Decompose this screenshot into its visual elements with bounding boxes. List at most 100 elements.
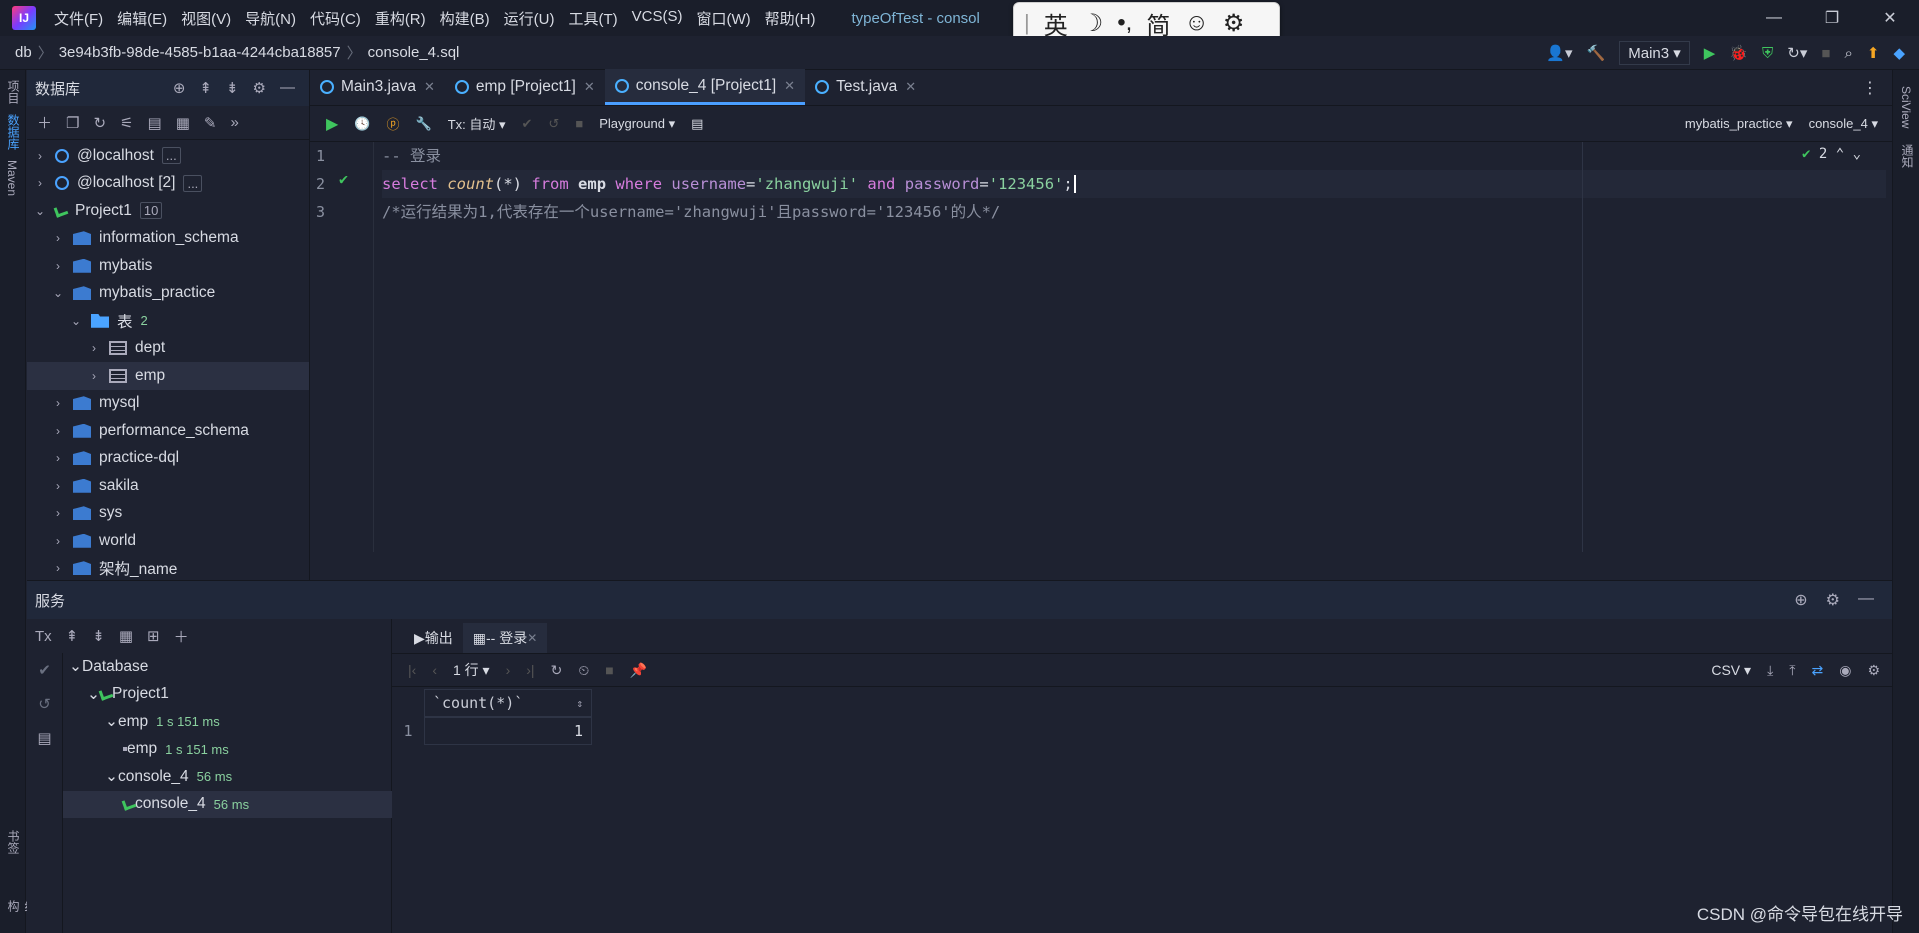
schema-icon[interactable]: ⚟ [120, 114, 133, 132]
db-tree-item[interactable]: › emp [27, 362, 309, 390]
menu-item[interactable]: 构建(B) [440, 8, 490, 29]
svc-tree-item[interactable]: emp 1 s 151 ms [63, 736, 392, 764]
expand-arrow-icon[interactable]: › [51, 506, 65, 520]
refresh-icon[interactable]: ↻ [93, 114, 106, 132]
expand-arrow-icon[interactable]: › [51, 479, 65, 493]
tx-mode-select[interactable]: Tx: 自动 ▾ [448, 114, 506, 133]
collapse-all-icon[interactable]: ⇟ [226, 79, 239, 97]
db-tree-item[interactable]: › @localhost [2]... [27, 170, 309, 198]
more-icon[interactable]: » [230, 114, 238, 131]
breadcrumb-datasource[interactable]: 3e94b3fb-98de-4585-b1aa-4244cba18857 [59, 44, 341, 61]
breadcrumb-file[interactable]: console_4.sql [368, 44, 460, 61]
db-tree-item[interactable]: › mysql [27, 390, 309, 418]
db-tree-item[interactable]: › 架构_name [27, 555, 309, 583]
ime-emoji-icon[interactable]: ☺ [1184, 9, 1209, 37]
db-tree-item[interactable]: › @localhost... [27, 142, 309, 170]
db-tree-item[interactable]: › world [27, 527, 309, 555]
db-tree-item[interactable]: › practice-dql [27, 445, 309, 473]
db-tree-item[interactable]: ⌄ mybatis_practice [27, 280, 309, 308]
result-cell[interactable]: 1 [424, 717, 592, 745]
close-tab-icon[interactable]: ✕ [584, 79, 595, 95]
refresh-icon[interactable]: ↻ [551, 662, 563, 679]
expand-arrow-icon[interactable]: › [33, 176, 47, 190]
rows-select[interactable]: 1 行 ▾ [453, 660, 490, 680]
close-tab-icon[interactable]: ✕ [905, 79, 916, 95]
wrench-icon[interactable]: 🔧 [416, 116, 432, 132]
bookmarks-tool-button[interactable]: 书签 [5, 830, 22, 854]
close-tab-icon[interactable]: ✕ [527, 631, 537, 645]
expand-arrow-icon[interactable]: › [51, 451, 65, 465]
db-tree-item[interactable]: › mybatis [27, 252, 309, 280]
menu-item[interactable]: VCS(S) [632, 8, 683, 29]
commit-icon[interactable]: ✔ [27, 653, 62, 687]
pin-icon[interactable]: 📌 [630, 662, 647, 679]
expand-arrow-icon[interactable]: ⌄ [51, 286, 65, 300]
db-tree-item[interactable]: › dept [27, 335, 309, 363]
expand-arrow-icon[interactable]: › [87, 369, 101, 383]
add-icon[interactable]: ＋ [174, 626, 189, 647]
first-page-icon[interactable]: |‹ [408, 662, 416, 678]
notifications-tool-button[interactable]: 通知 [1899, 144, 1916, 168]
ime-handle-icon[interactable]: | [1024, 10, 1030, 36]
column-header[interactable]: `count(*)` ⇕ [424, 689, 592, 717]
stop-icon[interactable]: ■ [605, 662, 613, 678]
stop-icon[interactable]: ■ [1821, 45, 1830, 62]
execute-icon[interactable]: ▶ [326, 114, 338, 134]
update-icon[interactable]: ⬆ [1867, 44, 1880, 62]
stop-icon[interactable]: ■ [575, 116, 583, 131]
history-icon[interactable]: 🕓 [354, 116, 370, 132]
restore-icon[interactable]: ❐ [1803, 8, 1861, 28]
rollback-icon[interactable]: ↺ [27, 687, 62, 721]
tx-icon[interactable]: Tx [35, 628, 52, 645]
rollback-icon[interactable]: ↺ [548, 116, 559, 132]
schema-select[interactable]: mybatis_practice ▾ [1685, 116, 1793, 132]
tab-1[interactable]: emp [Project1] ✕ [445, 69, 605, 105]
settings-icon[interactable]: ⚙ [1826, 590, 1840, 610]
table-icon[interactable]: ▦ [176, 114, 190, 132]
menu-item[interactable]: 视图(V) [181, 8, 231, 29]
more-tabs-icon[interactable]: ⋮ [1862, 78, 1878, 98]
expand-all-icon[interactable]: ⇞ [66, 627, 79, 645]
menu-item[interactable]: 工具(T) [568, 8, 617, 29]
result-tab-1[interactable]: ▦ -- 登录 ✕ [462, 623, 548, 653]
add-icon[interactable]: ＋ [37, 112, 52, 133]
maven-tool-button[interactable]: Maven [5, 160, 19, 196]
menu-item[interactable]: 重构(R) [375, 8, 426, 29]
settings-icon[interactable]: ⚙ [253, 79, 266, 97]
expand-arrow-icon[interactable]: › [51, 424, 65, 438]
expand-arrow-icon[interactable]: › [87, 341, 101, 355]
edit-icon[interactable]: ✎ [204, 114, 217, 132]
stop-icon[interactable]: ▤ [148, 114, 162, 132]
expand-arrow-icon[interactable]: › [51, 396, 65, 410]
menu-item[interactable]: 编辑(E) [117, 8, 167, 29]
layout-icon[interactable]: ▤ [27, 721, 62, 755]
database-tool-button[interactable]: 数据库 [5, 114, 22, 150]
code-editor[interactable]: 123 ✔ -- 登录 select count(*) from emp whe… [310, 142, 1892, 552]
history-icon[interactable]: ⏲ [578, 662, 589, 679]
settings-icon[interactable]: ⚙ [1867, 662, 1880, 679]
close-tab-icon[interactable]: ✕ [424, 79, 435, 95]
commit-icon[interactable]: ✔ [522, 116, 533, 132]
inspection-widget[interactable]: ✔ 2 ⌃ ⌄ [1802, 146, 1861, 162]
parameters-icon[interactable]: ⓟ [387, 114, 400, 133]
expand-arrow-icon[interactable]: ⌄ [69, 314, 83, 328]
upload-icon[interactable]: ⤒ [1789, 662, 1795, 679]
tab-3[interactable]: Test.java ✕ [805, 69, 926, 105]
target-icon[interactable]: ⊕ [1794, 590, 1807, 610]
menu-item[interactable]: 导航(N) [245, 8, 296, 29]
view-icon[interactable]: ◉ [1839, 662, 1851, 679]
target-icon[interactable]: ⊕ [173, 79, 186, 97]
expand-arrow-icon[interactable]: › [51, 231, 65, 245]
run-config-select[interactable]: Main3 ▾ [1619, 41, 1690, 65]
session-select[interactable]: console_4 ▾ [1809, 116, 1878, 132]
close-tab-icon[interactable]: ✕ [784, 78, 795, 94]
expand-arrow-icon[interactable]: ⌄ [105, 767, 118, 786]
svc-tree-item[interactable]: ⌄ Project1 [63, 681, 392, 709]
user-icon[interactable]: 👤▾ [1546, 44, 1572, 62]
new-tab-icon[interactable]: ⊞ [147, 627, 160, 645]
coverage-icon[interactable]: ⛨ [1762, 45, 1773, 62]
menu-item[interactable]: 运行(U) [504, 8, 555, 29]
project-tool-button[interactable]: 项目 [5, 80, 22, 104]
menu-item[interactable]: 帮助(H) [765, 8, 816, 29]
sciview-tool-button[interactable]: SciView [1899, 86, 1913, 128]
